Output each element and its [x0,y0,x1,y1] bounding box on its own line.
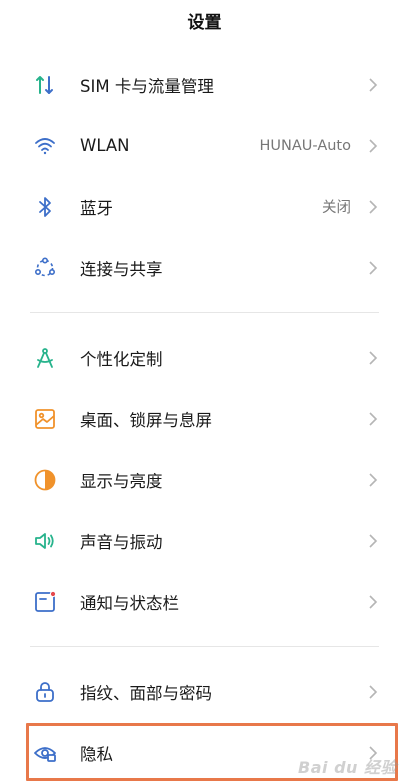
header: 设置 [0,0,409,40]
wifi-icon [33,134,57,158]
chevron-right-icon [367,260,379,276]
notification-icon [33,590,57,614]
settings-item-sim-data[interactable]: SIM 卡与流量管理 [0,54,409,115]
settings-item-label: 声音与振动 [80,532,163,552]
lock-icon [33,680,57,704]
wallpaper-icon [33,407,57,431]
chevron-right-icon [367,77,379,93]
chevron-right-icon [367,199,379,215]
chevron-right-icon [367,684,379,700]
settings-item-label: 个性化定制 [80,349,163,369]
chevron-right-icon [367,350,379,366]
settings-item-value: HUNAU-Auto [259,137,351,154]
settings-list: SIM 卡与流量管理 WLAN HUNAU-Auto 蓝牙 关闭 连接与共享 个… [0,54,409,783]
settings-item-label: 连接与共享 [80,259,163,279]
bluetooth-icon [33,195,57,219]
settings-item-notification-statusbar[interactable]: 通知与状态栏 [0,571,409,632]
page-title: 设置 [187,12,222,33]
group-divider [30,646,379,647]
chevron-right-icon [367,472,379,488]
compass-icon [33,346,57,370]
chevron-right-icon [367,594,379,610]
settings-item-personalization[interactable]: 个性化定制 [0,327,409,388]
settings-item-desktop-lockscreen[interactable]: 桌面、锁屏与息屏 [0,388,409,449]
settings-item-label: 隐私 [80,744,113,764]
settings-item-display-brightness[interactable]: 显示与亮度 [0,449,409,510]
chevron-right-icon [367,533,379,549]
sim-data-icon [33,73,57,97]
speaker-icon [33,529,57,553]
settings-item-label: 指纹、面部与密码 [80,683,212,703]
settings-item-value: 关闭 [322,200,351,216]
settings-item-label: 通知与状态栏 [80,593,179,613]
settings-item-label: 蓝牙 [80,198,113,218]
chevron-right-icon [367,411,379,427]
settings-item-label: WLAN [80,136,130,155]
share-connection-icon [33,256,57,280]
settings-item-label: SIM 卡与流量管理 [80,76,214,96]
brightness-icon [33,468,57,492]
group-divider [30,312,379,313]
settings-item-label: 显示与亮度 [80,471,163,491]
settings-item-connection-sharing[interactable]: 连接与共享 [0,237,409,298]
settings-item-fingerprint-face-password[interactable]: 指纹、面部与密码 [0,661,409,722]
settings-item-wlan[interactable]: WLAN HUNAU-Auto [0,115,409,176]
chevron-right-icon [367,138,379,154]
settings-item-label: 桌面、锁屏与息屏 [80,410,212,430]
settings-item-bluetooth[interactable]: 蓝牙 关闭 [0,176,409,237]
watermark: Bai du 经验 [298,758,397,777]
privacy-eye-icon [33,741,57,765]
settings-item-sound-vibration[interactable]: 声音与振动 [0,510,409,571]
